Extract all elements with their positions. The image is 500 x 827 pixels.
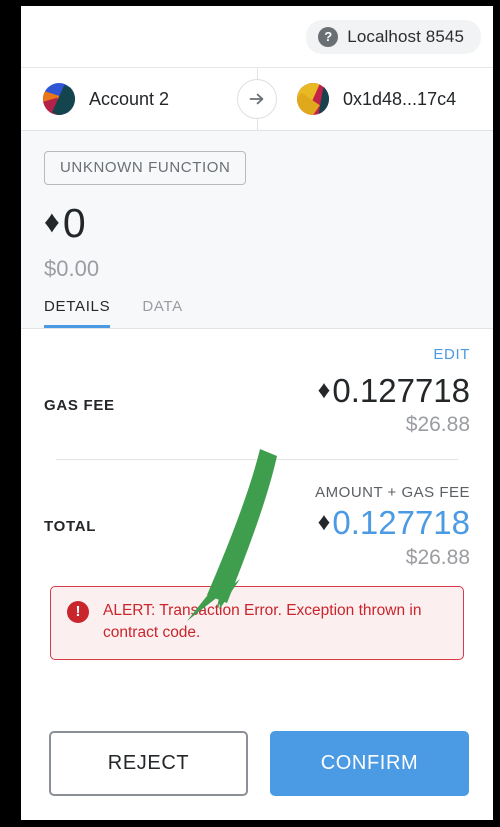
alert-message: ALERT: Transaction Error. Exception thro… [103,601,422,642]
total-sub-label: AMOUNT + GAS FEE [315,484,470,502]
recipient-account-label: 0x1d48...17c4 [343,88,457,109]
confirm-button[interactable]: CONFIRM [270,731,469,796]
ethereum-diamond-icon: ♦ [317,375,331,404]
divider-line-bottom [257,118,258,130]
gas-fee-row: GAS FEE ♦ 0.127718 $26.88 [44,363,470,437]
network-indicator[interactable]: ? Localhost 8545 [306,19,481,54]
detail-tabs: DETAILS DATA [44,282,493,328]
edit-gas-link[interactable]: EDIT [433,346,470,363]
gas-fee-fiat: $26.88 [405,413,470,437]
sender-account-label: Account 2 [89,88,170,109]
section-divider [56,459,458,461]
details-panel: EDIT GAS FEE ♦ 0.127718 $26.88 TOTAL AMO… [21,329,493,713]
identicon-avatar-recipient [297,83,329,115]
total-fiat: $26.88 [405,545,470,569]
question-circle-icon[interactable]: ? [318,26,339,47]
network-name: Localhost 8545 [347,26,464,46]
edit-row: EDIT [44,329,470,363]
recipient-account[interactable]: 0x1d48...17c4 [239,83,493,115]
gas-fee-eth: ♦ 0.127718 [317,372,470,409]
total-eth: ♦ 0.127718 [315,504,470,542]
identicon-avatar-sender [43,83,75,115]
metamask-confirmation-window: ? Localhost 8545 Account 2 0x1d48...17c4… [21,6,493,820]
screen-frame: ? Localhost 8545 Account 2 0x1d48...17c4… [0,0,500,827]
gas-fee-values: ♦ 0.127718 $26.88 [317,372,470,437]
tab-details[interactable]: DETAILS [44,298,111,328]
gas-fee-label: GAS FEE [44,396,115,414]
total-row: TOTAL AMOUNT + GAS FEE ♦ 0.127718 $26.88 [44,474,470,569]
ethereum-diamond-icon: ♦ [44,204,60,239]
arrow-right-icon [237,79,277,119]
sender-account[interactable]: Account 2 [21,83,239,115]
ethereum-diamond-icon: ♦ [317,507,331,536]
function-type-badge: UNKNOWN FUNCTION [44,151,247,185]
transaction-summary: UNKNOWN FUNCTION ♦ 0 $0.00 DETAILS DATA [21,131,493,329]
amount-value: 0 [62,200,86,246]
total-value: 0.127718 [332,504,470,542]
gas-fee-value: 0.127718 [332,372,470,409]
transaction-amount: ♦ 0 [44,203,493,244]
total-label: TOTAL [44,518,97,536]
amount-fiat-value: $0.00 [44,256,100,281]
tab-data[interactable]: DATA [142,298,183,328]
total-values: AMOUNT + GAS FEE ♦ 0.127718 $26.88 [315,484,470,569]
reject-button[interactable]: REJECT [49,731,248,796]
error-exclamation-icon: ! [67,600,89,623]
account-transfer-bar: Account 2 0x1d48...17c4 [21,68,493,131]
action-footer: REJECT CONFIRM [21,713,493,820]
network-header: ? Localhost 8545 [21,6,493,68]
transaction-error-alert: ! ALERT: Transaction Error. Exception th… [50,585,464,660]
